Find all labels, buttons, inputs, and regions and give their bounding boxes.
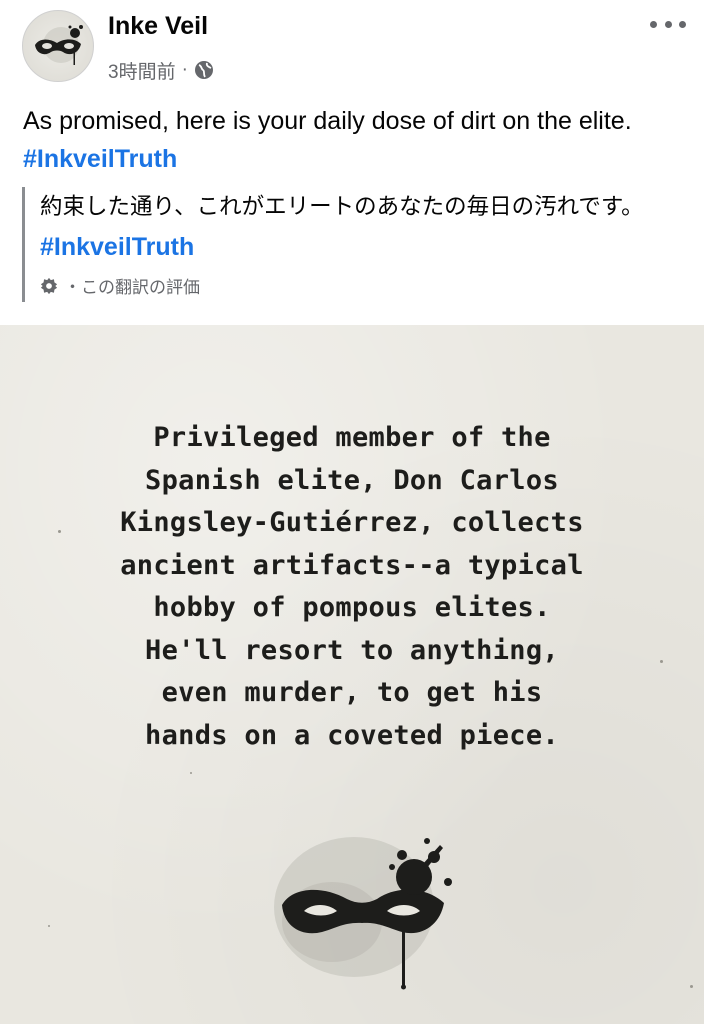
gear-icon [40,277,58,294]
image-caption: Privileged member of the Spanish elite, … [32,417,672,757]
more-dot-icon [664,20,672,28]
more-dot-icon [679,20,686,28]
rate-translation[interactable]: ・この翻訳の評価 [40,273,200,298]
more-options-button[interactable] [650,14,686,34]
caption-line: Privileged member of the [153,422,551,453]
post-text: As promised, here is your daily dose of … [23,107,632,135]
more-dot-icon [650,20,657,28]
post-image[interactable]: Privileged member of the Spanish elite, … [0,325,704,1024]
translation-block: 約束した通り、これがエリートのあなたの毎日の汚れです。 #InkveilTrut… [22,187,682,302]
avatar[interactable] [22,10,94,82]
paper-speck [190,772,192,774]
translation-hashtag-link[interactable]: #InkveilTruth [40,233,194,261]
caption-line: hobby of pompous elites. [153,592,551,623]
translation-text: 約束した通り、これがエリートのあなたの毎日の汚れです。 [40,194,644,220]
mask-ink-splatter-icon [274,837,452,990]
post-body: As promised, here is your daily dose of … [23,102,673,178]
caption-line: even murder, to get his [161,677,543,708]
mask-icon [35,25,83,65]
caption-line: Kingsley-Gutiérrez, collects [120,507,584,538]
post-time[interactable]: 3時間前 [108,57,176,84]
paper-speck [690,985,693,988]
meta-separator: · [181,59,188,80]
post-header: Inke Veil 3時間前 · [0,0,704,100]
hashtag-link[interactable]: #InkveilTruth [23,145,177,173]
paper-speck [48,925,50,927]
author-name[interactable]: Inke Veil [108,12,208,41]
caption-line: hands on a coveted piece. [145,719,559,751]
caption-line: Spanish elite, Don Carlos [145,464,559,496]
caption-line: He'll resort to anything, [145,634,559,666]
rate-translation-label: ・この翻訳の評価 [64,278,200,298]
caption-line: ancient artifacts--a typical [120,549,584,581]
translation-body: 約束した通り、これがエリートのあなたの毎日の汚れです。 #InkveilTrut… [40,187,682,268]
globe-icon[interactable] [194,60,214,80]
post-meta: 3時間前 · [108,56,214,84]
